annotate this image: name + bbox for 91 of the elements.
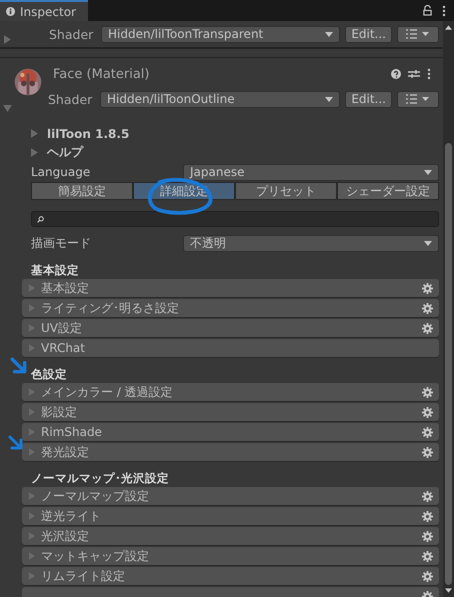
search-icon — [37, 216, 44, 222]
shader-dropdown[interactable]: Hidden/lilToonOutline — [100, 90, 340, 108]
collapsed-triangle-icon — [29, 408, 35, 416]
settings-row[interactable]: RimShade — [22, 423, 439, 441]
collapsed-triangle-icon — [29, 448, 35, 456]
collapsed-triangle-icon — [29, 388, 35, 396]
collapsed-triangle-icon — [29, 572, 35, 580]
row-label: RimShade — [41, 425, 102, 439]
row-label: 光沢設定 — [41, 528, 89, 544]
collapsed-triangle-icon — [29, 492, 35, 500]
section-heading: 基本設定 — [31, 262, 79, 278]
material-title: Face (Material) — [53, 66, 150, 82]
settings-row[interactable]: UV設定 — [22, 319, 439, 337]
shader-dropdown[interactable]: Hidden/lilToonTransparent — [101, 26, 340, 42]
collapsed-triangle-icon — [29, 428, 35, 436]
row-label: 逆光ライト — [41, 508, 101, 524]
settings-row[interactable]: 影設定 — [22, 403, 439, 421]
foldout-label[interactable]: lilToon 1.8.5 — [47, 126, 130, 140]
section-heading: ノーマルマップ･光沢設定 — [31, 470, 169, 486]
settings-tab[interactable]: シェーダー設定 — [337, 182, 439, 200]
settings-row[interactable]: ノーマルマップ設定 — [22, 487, 439, 505]
window-title: Inspector — [20, 4, 76, 18]
collapsed-triangle-icon — [29, 284, 35, 292]
caret-icon — [325, 32, 334, 36]
settings-tab[interactable]: プリセット — [235, 182, 337, 200]
caret-icon — [424, 240, 432, 246]
inspector-tab[interactable]: Inspector — [0, 0, 88, 21]
settings-row[interactable]: 基本設定 — [22, 279, 439, 297]
more-icon[interactable] — [442, 4, 446, 16]
scroll-down-icon[interactable] — [445, 588, 452, 593]
row-label: VRChat — [41, 341, 85, 355]
search-field[interactable] — [31, 211, 439, 227]
list-menu-button[interactable] — [397, 26, 439, 42]
row-label: ライティング･明るさ設定 — [41, 300, 179, 316]
lock-icon[interactable] — [423, 5, 432, 16]
sliders-icon[interactable] — [408, 69, 420, 79]
collapsed-triangle-icon — [29, 532, 35, 540]
settings-row[interactable]: ライティング･明るさ設定 — [22, 299, 439, 317]
language-dropdown[interactable]: Japanese — [183, 164, 439, 180]
settings-row[interactable]: VRChat — [22, 339, 439, 357]
render-mode-dropdown[interactable]: 不透明 — [183, 234, 439, 252]
shader-label: Shader — [49, 26, 94, 42]
collapsed-triangle-icon — [29, 344, 35, 352]
row-label: メインカラー / 透過設定 — [41, 384, 173, 400]
settings-icon[interactable] — [422, 446, 433, 458]
help-icon[interactable] — [391, 69, 401, 79]
settings-row[interactable]: 逆光ライト — [22, 507, 439, 525]
shader-label: Shader — [48, 92, 94, 106]
edit-button[interactable]: Edit... — [345, 90, 392, 108]
row-label: ノーマルマップ設定 — [41, 488, 149, 504]
collapsed-triangle-icon — [29, 552, 35, 560]
row-label: 影設定 — [41, 404, 77, 420]
foldout-label[interactable]: ヘルプ — [47, 144, 83, 161]
settings-icon[interactable] — [422, 490, 433, 502]
caret-icon — [424, 170, 432, 174]
settings-tab[interactable]: 簡易設定 — [31, 182, 133, 200]
row-label: 発光設定 — [41, 444, 89, 460]
settings-icon[interactable] — [422, 570, 433, 582]
settings-icon[interactable] — [422, 322, 433, 334]
list-menu-button[interactable] — [397, 90, 439, 108]
settings-icon[interactable] — [422, 282, 433, 294]
row-label: UV設定 — [41, 320, 82, 336]
settings-icon[interactable] — [422, 530, 433, 542]
language-label: Language — [31, 165, 92, 179]
scroll-up-icon[interactable] — [445, 25, 452, 30]
row-label: マットキャップ設定 — [41, 548, 149, 564]
row-label: リムライト設定 — [41, 568, 125, 584]
info-icon — [6, 6, 16, 17]
collapsed-triangle-icon — [29, 512, 35, 520]
caret-icon — [325, 96, 334, 102]
list-caret-icon — [405, 29, 431, 39]
settings-row[interactable]: リムライト設定 — [22, 567, 439, 585]
settings-row[interactable]: 光沢設定 — [22, 527, 439, 545]
more-icon[interactable] — [427, 68, 431, 80]
settings-icon[interactable] — [422, 302, 433, 314]
scrollbar[interactable] — [443, 21, 454, 597]
section-heading: 色設定 — [31, 366, 67, 382]
list-caret-icon — [405, 94, 431, 104]
row-label: 基本設定 — [41, 280, 89, 296]
render-mode-label: 描画モード — [31, 234, 92, 252]
settings-icon[interactable] — [422, 550, 433, 562]
settings-row[interactable]: マットキャップ設定 — [22, 547, 439, 565]
settings-icon[interactable] — [422, 510, 433, 522]
collapsed-triangle-icon — [29, 304, 35, 312]
settings-icon[interactable] — [422, 386, 433, 398]
settings-row[interactable]: 発光設定 — [22, 443, 439, 461]
collapsed-triangle-icon — [29, 324, 35, 332]
settings-icon[interactable] — [422, 426, 433, 438]
settings-row[interactable]: メインカラー / 透過設定 — [22, 383, 439, 401]
edit-button[interactable]: Edit... — [345, 26, 392, 42]
settings-icon[interactable] — [422, 406, 433, 418]
